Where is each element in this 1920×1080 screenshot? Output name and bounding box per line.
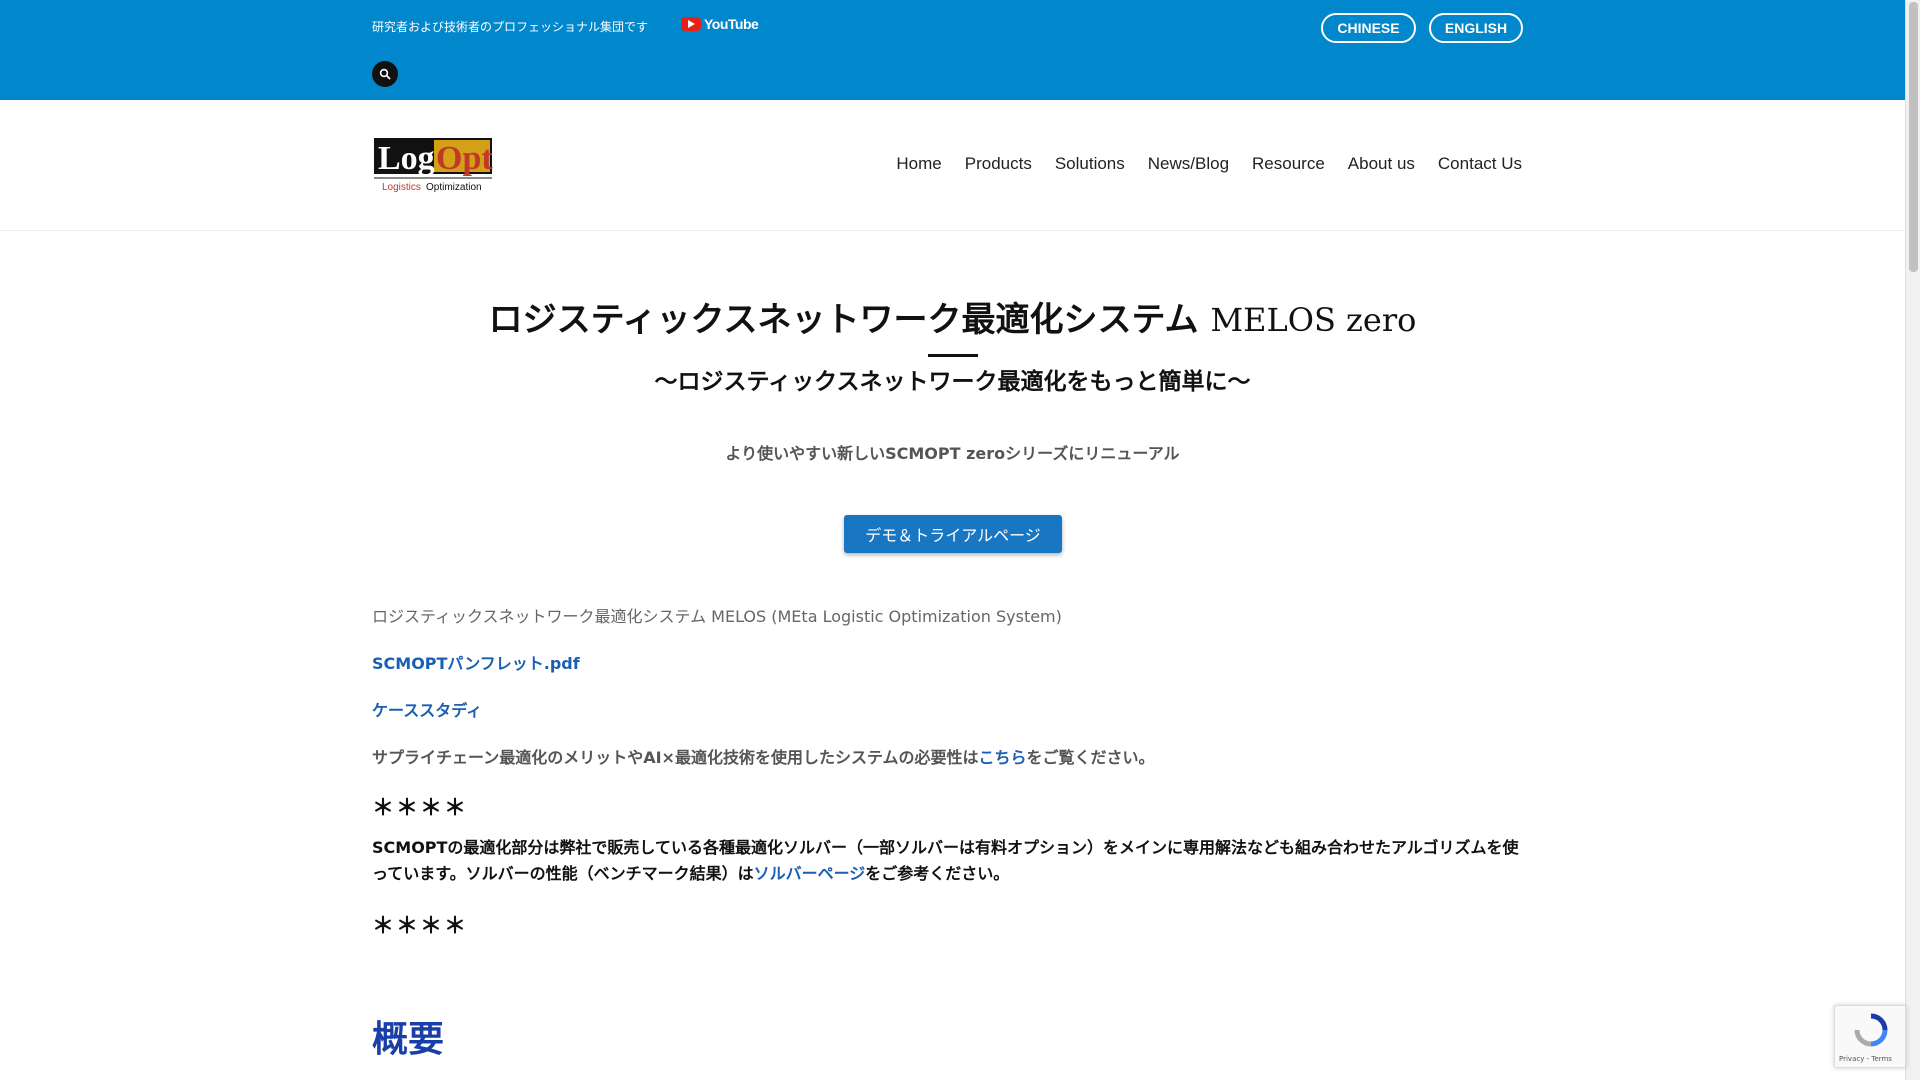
nav-products[interactable]: Products [965,154,1032,174]
nav-news-blog[interactable]: News/Blog [1148,154,1229,174]
search-icon [379,68,391,80]
svg-text:Log: Log [378,140,435,177]
nav-solutions[interactable]: Solutions [1055,154,1125,174]
svg-text:Opt: Opt [436,140,493,177]
section-heading: 概要 [372,1019,445,1060]
solver-paragraph: SCMOPTの最適化部分は弊社で販売している各種最適化ソルバー（一部ソルバーは有… [372,835,1528,887]
youtube-label: YouTube [704,16,759,32]
stars-separator: ＊＊＊＊ [372,796,469,821]
search-button[interactable] [372,61,398,87]
top-bar: 研究者および技術者のプロフェッショナル集団です YouTube CHINESE … [0,0,1905,100]
merit-link[interactable]: こちら [978,748,1026,767]
renewal-note: より使いやすい新しいSCMOPT zeroシリーズにリニューアル [725,444,1180,463]
chinese-language-button[interactable]: CHINESE [1321,13,1416,43]
tagline: 研究者および技術者のプロフェッショナル集団です [372,20,649,34]
youtube-link[interactable]: YouTube [681,16,759,32]
main-nav: Home Products Solutions News/Blog Resour… [896,154,1522,174]
solver-suffix: をご参考ください。 [865,864,1010,883]
scrollbar[interactable] [1905,0,1920,1080]
recaptcha-icon [1854,1013,1888,1047]
page-title-en: MELOS zero [1210,301,1417,339]
solver-page-link[interactable]: ソルバーページ [754,864,866,883]
title-divider [928,354,978,357]
recaptcha-label: Privacy - Terms [1839,1055,1892,1063]
youtube-icon [681,17,701,31]
merit-prefix: サプライチェーン最適化のメリットやAI×最適化技術を使用したシステムの必要性は [372,748,979,767]
nav-about-us[interactable]: About us [1348,154,1415,174]
page-title-jp: ロジスティックスネットワーク最適化システム [488,300,1199,340]
system-description: ロジスティックスネットワーク最適化システム MELOS (MEta Logist… [372,607,1062,626]
page-title: ロジスティックスネットワーク最適化システム MELOS zero [0,292,1905,341]
stars-separator: ＊＊＊＊ [372,914,469,939]
page-subtitle: 〜ロジスティックスネットワーク最適化をもっと簡単に〜 [654,369,1251,395]
nav-contact-us[interactable]: Contact Us [1438,154,1522,174]
demo-trial-button[interactable]: デモ＆トライアルページ [844,515,1062,553]
scroll-thumb[interactable] [1909,2,1918,272]
merit-suffix: をご覧ください。 [1026,748,1155,767]
pamphlet-link[interactable]: SCMOPTパンフレット.pdf [372,654,580,673]
nav-resource[interactable]: Resource [1252,154,1325,174]
nav-home[interactable]: Home [896,154,941,174]
english-language-button[interactable]: ENGLISH [1429,13,1523,43]
case-study-link[interactable]: ケーススタディ [372,701,482,720]
site-header: Log Opt Logistics Optimization Home Prod… [0,100,1905,231]
logopt-logo[interactable]: Log Opt Logistics Optimization [372,136,494,194]
svg-text:Logistics: Logistics [382,182,421,193]
merit-text: サプライチェーン最適化のメリットやAI×最適化技術を使用したシステムの必要性はこ… [372,744,1155,768]
recaptcha-badge[interactable]: Privacy - Terms [1834,1005,1906,1068]
svg-text:Optimization: Optimization [426,182,482,193]
